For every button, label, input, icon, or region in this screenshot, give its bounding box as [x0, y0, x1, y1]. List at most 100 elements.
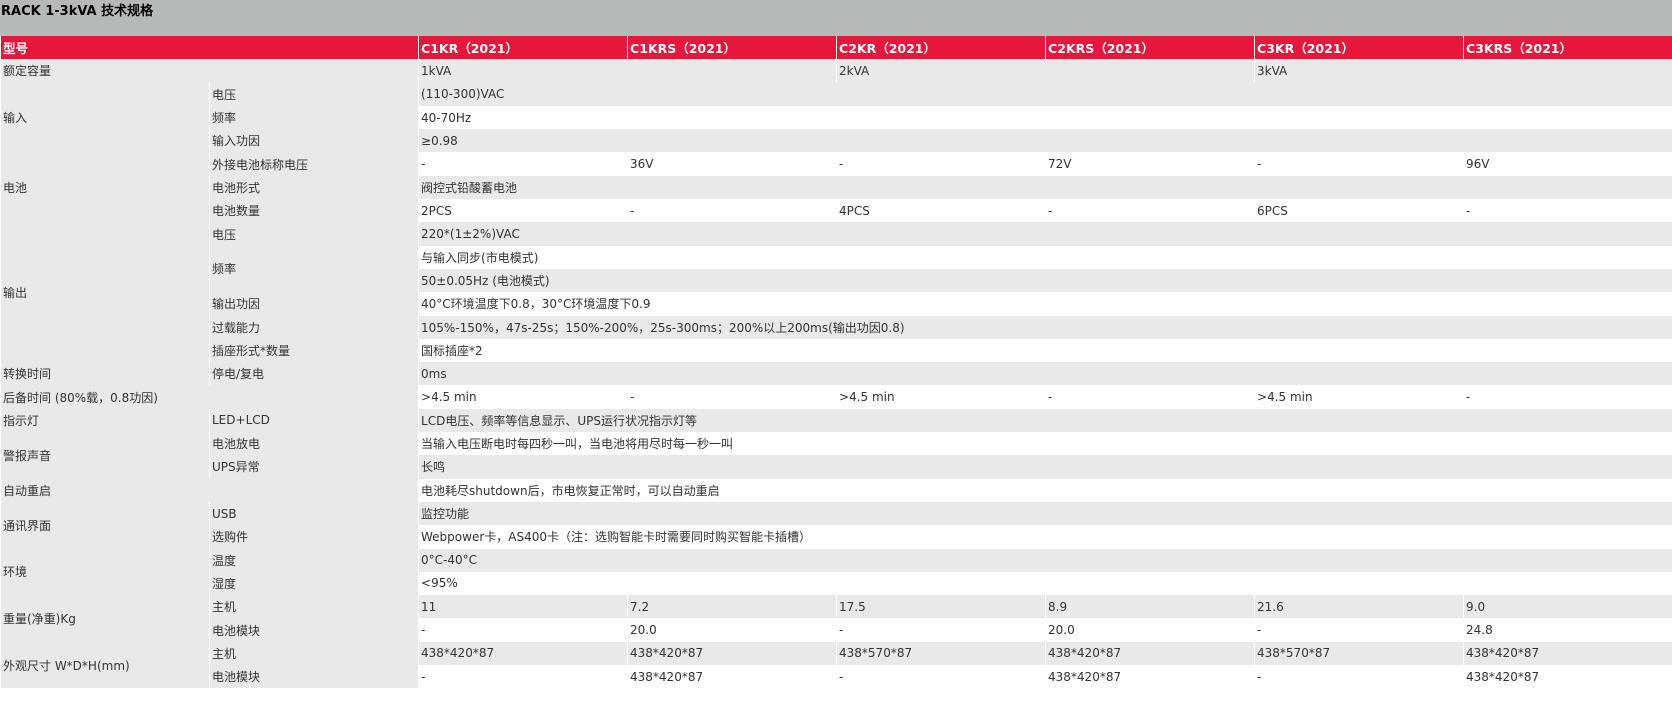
sub-label: 主机 — [208, 595, 419, 619]
row-label: 警报声音 — [0, 432, 210, 479]
cell: - — [836, 618, 1046, 642]
sub-label: 输出功因 — [208, 292, 419, 316]
table-row: 后备时间 (80%载，0.8功因) >4.5 min - >4.5 min - … — [0, 385, 1672, 409]
sub-label: 选购件 — [208, 525, 419, 549]
row-label: 后备时间 (80%载，0.8功因) — [0, 385, 419, 409]
row-label: 自动重启 — [0, 478, 419, 502]
cell: - — [1254, 665, 1464, 689]
cell: 438*420*87 — [627, 641, 837, 666]
cell: - — [418, 618, 628, 642]
table-row: 插座形式*数量 国标插座*2 — [1, 338, 1672, 363]
row-label: 通讯界面 — [0, 501, 210, 549]
table-row: 输出功因 40°C环境温度下0.8，30°C环境温度下0.9 — [1, 292, 1672, 316]
row-label: 环境 — [0, 548, 210, 596]
cell: 105%-150%，47s-25s；150%-200%，25s-300ms；20… — [418, 315, 1672, 339]
sub-label: 温度 — [208, 548, 419, 572]
cell: 2PCS — [418, 199, 628, 223]
cell: - — [1045, 199, 1255, 223]
cell: 438*420*87 — [1463, 665, 1672, 689]
cell: 438*420*87 — [1045, 641, 1255, 666]
header-c3kr: C3KR（2021） — [1254, 36, 1464, 60]
sub-label: 电池模块 — [208, 665, 419, 689]
cell: 220*(1±2%)VAC — [418, 222, 1672, 246]
table-row: 指示灯 LED+LCD LCD电压、频率等信息显示、UPS运行状况指示灯等 — [0, 408, 1672, 433]
cell: 17.5 — [836, 595, 1046, 619]
cell: - — [627, 199, 837, 223]
sub-label: 输入功因 — [208, 129, 419, 153]
sub-label: 插座形式*数量 — [208, 338, 419, 363]
table-row: 环境 温度 0°C-40°C — [0, 548, 1672, 596]
spec-table: 型号 C1KR（2021） C1KRS（2021） C2KR（2021） C2K… — [0, 36, 1672, 689]
table-row: 外观尺寸 W*D*H(mm) 主机 438*420*87 438*420*87 … — [0, 641, 1672, 689]
cell: 40-70Hz — [418, 105, 1672, 130]
row-label: 电池 — [0, 152, 210, 223]
cell: 6PCS — [1254, 199, 1464, 223]
table-row: 电池模块 - 20.0 - 20.0 - 24.8 — [1, 618, 1672, 642]
cell: >4.5 min — [418, 385, 628, 409]
sub-label: 电池形式 — [208, 175, 419, 200]
table-row: 选购件 Webpower卡，AS400卡（注：选购智能卡时需要同时购买智能卡插槽… — [1, 525, 1672, 549]
table-row: 重量(净重)Kg 主机 11 7.2 17.5 8.9 21.6 9.0 — [0, 595, 1672, 642]
table-row: 警报声音 电池放电 当输入电压断电时每四秒一叫，当电池将用尽时每一秒一叫 — [0, 432, 1672, 479]
cell: 438*420*87 — [1045, 665, 1255, 689]
cell: 电池耗尽shutdown后，市电恢复正常时，可以自动重启 — [418, 478, 1672, 502]
row-label: 外观尺寸 W*D*H(mm) — [0, 641, 210, 689]
sub-label: LED+LCD — [208, 408, 419, 433]
cell: <95% — [418, 571, 1672, 596]
cell: - — [1045, 385, 1255, 409]
page-title: RACK 1-3kVA 技术规格 — [0, 0, 1672, 36]
table-row: 湿度 <95% — [1, 571, 1672, 596]
table-row: 频率 40-70Hz — [1, 105, 1672, 130]
header-c1kr: C1KR（2021） — [418, 36, 628, 60]
cell: ≥0.98 — [418, 129, 1672, 153]
cell: 438*420*87 — [418, 641, 628, 666]
table-row: 输入 电压 (110-300)VAC — [0, 82, 1672, 153]
cell: 438*570*87 — [1254, 641, 1464, 666]
cell: 7.2 — [627, 595, 837, 619]
row-label: 额定容量 — [0, 59, 419, 83]
cell: - — [1254, 152, 1464, 176]
header-c1krs: C1KRS（2021） — [627, 36, 837, 60]
cell: 0ms — [418, 362, 1672, 386]
cell: 11 — [418, 595, 628, 619]
table-row: 电池模块 - 438*420*87 - 438*420*87 - 438*420… — [1, 665, 1672, 689]
sub-label: 湿度 — [208, 571, 419, 596]
header-c2krs: C2KRS（2021） — [1045, 36, 1255, 60]
cell: - — [1254, 618, 1464, 642]
row-label: 重量(净重)Kg — [0, 595, 210, 642]
sub-label: 电池放电 — [208, 432, 419, 456]
sub-label: 主机 — [208, 641, 419, 666]
cell: 36V — [627, 152, 837, 176]
cell: - — [1463, 199, 1672, 223]
cell: 0°C-40°C — [418, 548, 1672, 572]
cell: 40°C环境温度下0.8，30°C环境温度下0.9 — [418, 292, 1672, 316]
row-label: 转换时间 — [0, 362, 210, 386]
table-row: 输入功因 ≥0.98 — [1, 129, 1672, 153]
table-row: 自动重启 电池耗尽shutdown后，市电恢复正常时，可以自动重启 — [0, 478, 1672, 502]
cell: >4.5 min — [836, 385, 1046, 409]
sub-label: 频率 — [208, 105, 419, 130]
cell: 监控功能 — [418, 501, 1672, 526]
table-row: 额定容量 1kVA 2kVA 3kVA — [0, 59, 1672, 83]
cell: - — [1463, 385, 1672, 409]
cell: LCD电压、频率等信息显示、UPS运行状况指示灯等 — [418, 408, 1672, 433]
cell: 阀控式铅酸蓄电池 — [418, 175, 1672, 200]
cell: - — [418, 152, 628, 176]
table-row: UPS异常 长鸣 — [1, 455, 1672, 479]
row-label: 输入 — [0, 82, 210, 153]
cell: 1kVA — [418, 59, 837, 83]
cell: >4.5 min — [1254, 385, 1464, 409]
cell: 20.0 — [1045, 618, 1255, 642]
sub-label: UPS异常 — [208, 455, 419, 479]
sub-label: 电池模块 — [208, 618, 419, 642]
table-row: 输出 电压 220*(1±2%)VAC — [0, 222, 1672, 363]
table-header-row: 型号 C1KR（2021） C1KRS（2021） C2KR（2021） C2K… — [0, 36, 1672, 60]
cell: 96V — [1463, 152, 1672, 176]
sub-label: 外接电池标称电压 — [208, 152, 419, 176]
table-row: 通讯界面 USB 监控功能 — [0, 501, 1672, 549]
cell: 长鸣 — [418, 455, 1672, 479]
cell: 国标插座*2 — [418, 338, 1672, 363]
cell: 438*420*87 — [627, 665, 837, 689]
table-row: 频率 与输入同步(市电模式) — [1, 245, 1672, 293]
sub-label: 停电/复电 — [208, 362, 419, 386]
